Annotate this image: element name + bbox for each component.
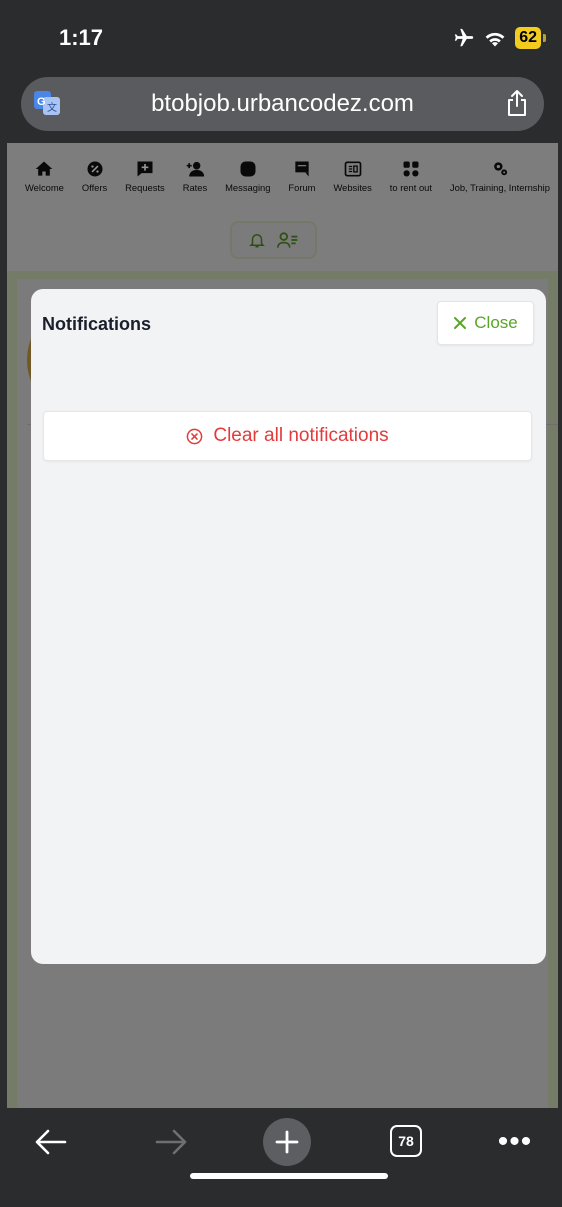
battery-level: 62 — [515, 27, 541, 49]
notifications-modal: Notifications Close Clear all notificati… — [31, 289, 546, 964]
status-indicators: 62 — [453, 27, 546, 49]
clear-button-label: Clear all notifications — [213, 425, 389, 446]
more-menu-icon[interactable]: ••• — [495, 1124, 535, 1160]
url-text[interactable]: btobjob.urbancodez.com — [21, 90, 544, 118]
new-tab-button[interactable] — [263, 1118, 311, 1166]
status-time: 1:17 — [59, 25, 104, 50]
circle-x-icon — [187, 428, 203, 444]
close-button[interactable]: Close — [437, 301, 534, 345]
close-button-label: Close — [474, 313, 518, 332]
browser-toolbar: 78 ••• — [7, 1108, 558, 1205]
forward-button[interactable] — [149, 1124, 193, 1160]
back-button[interactable] — [29, 1124, 73, 1160]
close-icon — [454, 317, 467, 329]
plus-icon — [275, 1130, 299, 1154]
wifi-icon — [485, 32, 505, 47]
address-bar[interactable]: G 文 btobjob.urbancodez.com — [21, 77, 544, 131]
tab-switcher-button[interactable]: 78 — [390, 1125, 422, 1157]
status-bar: 1:17 62 — [7, 5, 558, 75]
airplane-mode-icon — [455, 28, 474, 47]
home-indicator[interactable] — [190, 1173, 388, 1179]
clear-all-notifications-button[interactable]: Clear all notifications — [43, 411, 532, 461]
modal-title: Notifications — [42, 314, 152, 334]
battery-tip — [543, 34, 546, 42]
share-icon[interactable] — [506, 89, 528, 117]
arrow-left-icon — [35, 1129, 67, 1155]
device-screen: 1:17 62 G 文 btobjob.urbancodez.com Welco… — [7, 5, 558, 1205]
arrow-right-icon — [155, 1129, 187, 1155]
